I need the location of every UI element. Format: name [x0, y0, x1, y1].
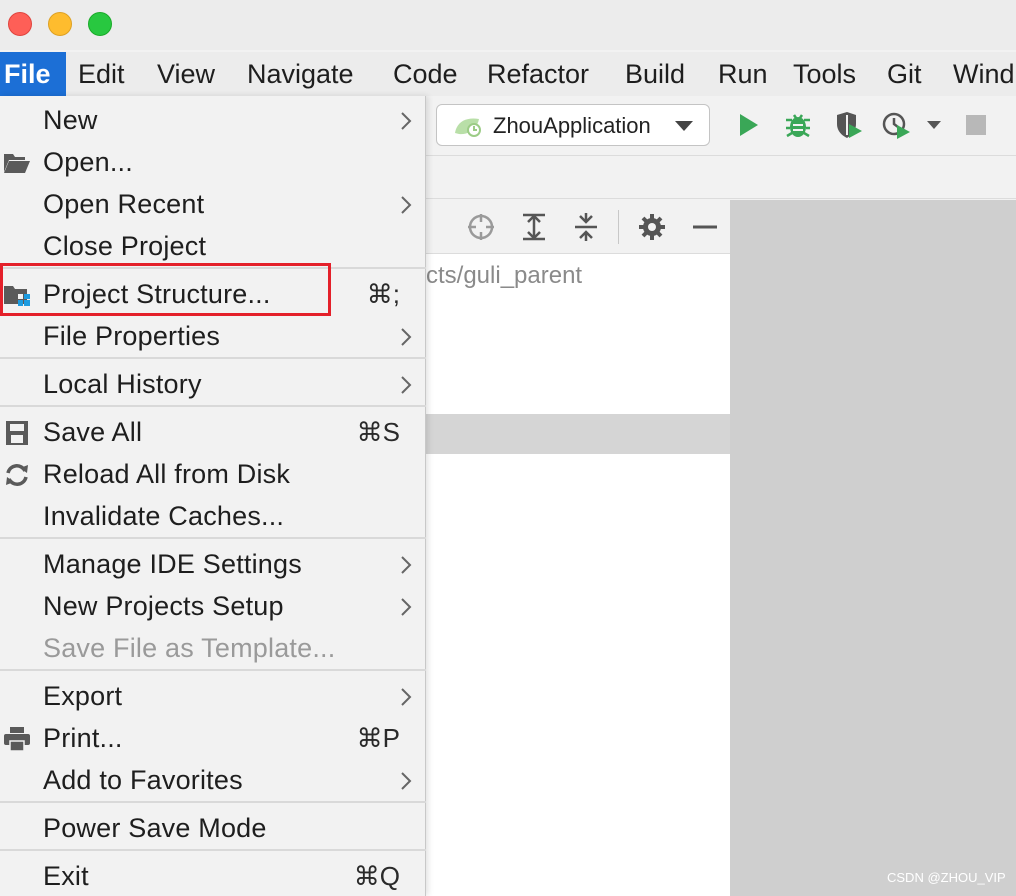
menu-item-save-all[interactable]: Save All ⌘S — [0, 412, 426, 454]
menu-item-shortcut: ⌘Q — [353, 861, 400, 891]
menu-view[interactable]: View — [145, 52, 227, 96]
chevron-right-icon — [401, 328, 412, 346]
menu-item-print[interactable]: Print... ⌘P — [0, 718, 426, 760]
menu-item-label: Open Recent — [43, 189, 205, 219]
menu-item-label: Reload All from Disk — [43, 459, 291, 489]
print-icon — [4, 727, 30, 752]
menu-item-invalidate-caches[interactable]: Invalidate Caches... — [0, 496, 426, 538]
menu-separator — [0, 849, 426, 851]
window-close-button[interactable] — [8, 12, 32, 36]
profile-icon[interactable] — [882, 110, 912, 140]
menu-edit[interactable]: Edit — [66, 52, 137, 96]
menu-code[interactable]: Code — [381, 52, 470, 96]
chevron-right-icon — [401, 556, 412, 574]
menu-tools[interactable]: Tools — [781, 52, 868, 96]
coverage-icon[interactable] — [834, 110, 864, 140]
menu-item-save-file-as-template: Save File as Template... — [0, 628, 426, 670]
selected-tree-row[interactable] — [426, 414, 730, 454]
menu-item-export[interactable]: Export — [0, 676, 426, 718]
file-menu-dropdown: New Open... Open Recent Close Project Pr… — [0, 96, 426, 896]
menu-item-label: New Projects Setup — [43, 591, 284, 621]
editor-area — [730, 200, 1016, 896]
menu-item-label: Exit — [43, 861, 89, 891]
menu-item-new-projects-setup[interactable]: New Projects Setup — [0, 586, 426, 628]
menu-item-label: Print... — [43, 723, 123, 753]
chevron-right-icon — [401, 772, 412, 790]
menu-item-file-properties[interactable]: File Properties — [0, 316, 426, 358]
menu-window[interactable]: Wind — [941, 52, 1016, 96]
menu-item-label: New — [43, 105, 98, 135]
menu-separator — [0, 357, 426, 359]
menu-bar: File Edit View Navigate Code Refactor Bu… — [0, 52, 1016, 96]
chevron-right-icon — [401, 112, 412, 130]
chevron-right-icon — [401, 598, 412, 616]
menu-separator — [0, 669, 426, 671]
chevron-right-icon — [401, 376, 412, 394]
watermark: CSDN @ZHOU_VIP — [887, 870, 1006, 885]
menu-navigate[interactable]: Navigate — [235, 52, 366, 96]
menu-item-label: Open... — [43, 147, 133, 177]
window-zoom-button[interactable] — [88, 12, 112, 36]
chevron-right-icon — [401, 196, 412, 214]
menu-run[interactable]: Run — [706, 52, 780, 96]
menu-separator — [0, 801, 426, 803]
menu-item-label: Manage IDE Settings — [43, 549, 302, 579]
navigation-bar — [426, 157, 1016, 199]
menu-item-label: Local History — [43, 369, 202, 399]
folder-open-icon — [4, 154, 30, 173]
expand-all-icon[interactable] — [519, 212, 549, 242]
debug-icon[interactable] — [783, 110, 813, 140]
menu-item-shortcut: ⌘S — [356, 417, 400, 447]
menu-item-label: Invalidate Caches... — [43, 501, 285, 531]
chevron-down-icon[interactable] — [924, 110, 944, 140]
menu-item-label: Save All — [43, 417, 143, 447]
menu-refactor[interactable]: Refactor — [475, 52, 601, 96]
menu-item-label: Add to Favorites — [43, 765, 243, 795]
menu-item-label: Save File as Template... — [43, 633, 336, 663]
menu-item-add-to-favorites[interactable]: Add to Favorites — [0, 760, 426, 802]
project-panel-header — [426, 200, 730, 254]
run-configuration-label: ZhouApplication — [493, 113, 651, 138]
gear-icon[interactable] — [637, 212, 667, 242]
locate-icon[interactable] — [466, 212, 496, 242]
menu-item-open[interactable]: Open... — [0, 142, 426, 184]
project-path-text: cts/guli_parent — [426, 262, 583, 289]
window-titlebar — [0, 0, 1016, 50]
menu-item-open-recent[interactable]: Open Recent — [0, 184, 426, 226]
menu-git[interactable]: Git — [875, 52, 934, 96]
spring-leaf-icon — [455, 118, 481, 137]
menu-item-shortcut: ⌘; — [366, 279, 400, 309]
menu-file[interactable]: File — [0, 52, 66, 96]
menu-item-exit[interactable]: Exit ⌘Q — [0, 856, 426, 896]
menu-item-label: Close Project — [43, 231, 207, 261]
menu-build[interactable]: Build — [613, 52, 697, 96]
annotation-highlight-box — [0, 263, 331, 316]
stop-icon[interactable] — [962, 110, 992, 140]
menu-separator — [0, 537, 426, 539]
menu-item-label: Power Save Mode — [43, 813, 267, 843]
collapse-all-icon[interactable] — [571, 212, 601, 242]
menu-item-shortcut: ⌘P — [356, 723, 400, 753]
window-minimize-button[interactable] — [48, 12, 72, 36]
main-toolbar: ZhouApplication — [426, 96, 1016, 156]
chevron-down-icon — [675, 121, 693, 131]
menu-item-label: Export — [43, 681, 123, 711]
menu-item-manage-ide-settings[interactable]: Manage IDE Settings — [0, 544, 426, 586]
menu-item-reload-all-from-disk[interactable]: Reload All from Disk — [0, 454, 426, 496]
project-tool-window: cts/guli_parent — [426, 200, 730, 896]
run-configuration-select[interactable]: ZhouApplication — [436, 104, 710, 146]
menu-item-new[interactable]: New — [0, 100, 426, 142]
save-icon — [6, 421, 28, 445]
menu-separator — [0, 405, 426, 407]
menu-item-close-project[interactable]: Close Project — [0, 226, 426, 268]
menu-item-label: File Properties — [43, 321, 221, 351]
run-icon[interactable] — [732, 110, 762, 140]
menu-item-power-save-mode[interactable]: Power Save Mode — [0, 808, 426, 850]
reload-icon — [6, 464, 28, 486]
menu-item-local-history[interactable]: Local History — [0, 364, 426, 406]
hide-icon[interactable] — [690, 212, 720, 242]
toolbar-divider — [618, 210, 619, 244]
chevron-right-icon — [401, 688, 412, 706]
